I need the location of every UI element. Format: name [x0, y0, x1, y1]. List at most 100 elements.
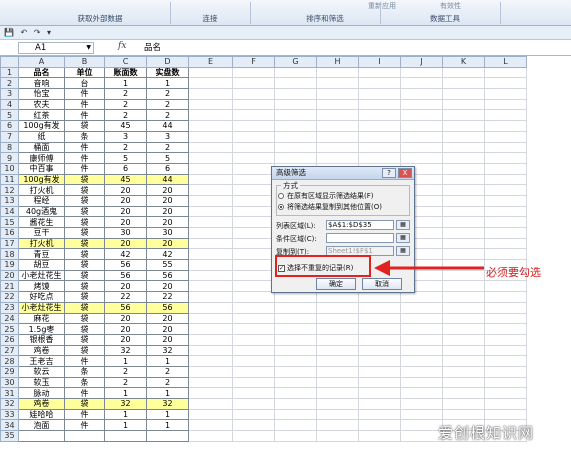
empty-cell[interactable]: [484, 333, 527, 346]
cell-b[interactable]: 条: [64, 376, 105, 389]
cell-c[interactable]: 20: [104, 205, 147, 218]
dialog-titlebar[interactable]: 高级筛选 ? X: [272, 167, 414, 180]
column-header-j[interactable]: J: [400, 56, 443, 68]
empty-cell[interactable]: [188, 398, 233, 410]
empty-cell[interactable]: [188, 291, 233, 303]
empty-cell[interactable]: [188, 130, 233, 143]
empty-cell[interactable]: [232, 387, 275, 399]
cell-d[interactable]: 56: [146, 301, 189, 314]
row-header[interactable]: 32: [0, 398, 19, 410]
empty-cell[interactable]: [232, 77, 275, 90]
cell-d[interactable]: 2: [146, 376, 189, 389]
empty-cell[interactable]: [316, 344, 359, 357]
empty-cell[interactable]: [188, 227, 233, 239]
cell-a[interactable]: 好吃点: [18, 291, 65, 303]
cell-d[interactable]: 1: [146, 77, 189, 90]
cell-a[interactable]: 鸡卷: [18, 344, 65, 357]
empty-cell[interactable]: [232, 259, 275, 271]
empty-cell[interactable]: [400, 141, 443, 154]
empty-cell[interactable]: [484, 237, 527, 250]
empty-cell[interactable]: [442, 237, 485, 250]
cell-a[interactable]: [18, 430, 65, 442]
cell-b[interactable]: 条: [64, 130, 105, 143]
empty-cell[interactable]: [316, 66, 359, 79]
cell-d[interactable]: 20: [146, 194, 189, 207]
cell-a[interactable]: 鸡卷: [18, 398, 65, 410]
cell-b[interactable]: 袋: [64, 291, 105, 303]
empty-cell[interactable]: [400, 98, 443, 111]
undo-icon[interactable]: ↶: [21, 28, 28, 37]
cell-b[interactable]: 袋: [64, 301, 105, 314]
cell-b[interactable]: 件: [64, 88, 105, 100]
column-header-i[interactable]: I: [358, 56, 401, 68]
cell-b[interactable]: 袋: [64, 259, 105, 271]
cell-c[interactable]: 20: [104, 184, 147, 196]
radio-copy-to-location[interactable]: 将筛选结果复制到其他位置(O): [278, 202, 382, 212]
empty-cell[interactable]: [274, 323, 317, 335]
empty-cell[interactable]: [484, 280, 527, 293]
row-header[interactable]: 33: [0, 408, 19, 421]
cell-d[interactable]: 44: [146, 173, 189, 186]
empty-cell[interactable]: [316, 141, 359, 154]
cell-c[interactable]: 56: [104, 301, 147, 314]
empty-cell[interactable]: [232, 269, 275, 282]
empty-cell[interactable]: [232, 398, 275, 410]
row-header[interactable]: 34: [0, 419, 19, 432]
empty-cell[interactable]: [358, 109, 401, 122]
cell-a[interactable]: 软玉: [18, 376, 65, 389]
cell-a[interactable]: 胡豆: [18, 259, 65, 271]
row-header[interactable]: 5: [0, 109, 19, 122]
cell-d[interactable]: 32: [146, 398, 189, 410]
empty-cell[interactable]: [188, 269, 233, 282]
empty-cell[interactable]: [358, 387, 401, 399]
column-header-l[interactable]: L: [484, 56, 527, 68]
cell-d[interactable]: 1: [146, 419, 189, 432]
empty-cell[interactable]: [316, 152, 359, 164]
empty-cell[interactable]: [442, 408, 485, 421]
empty-cell[interactable]: [188, 280, 233, 293]
empty-cell[interactable]: [232, 430, 275, 442]
range-picker-icon[interactable]: ▦: [396, 220, 410, 230]
empty-cell[interactable]: [442, 333, 485, 346]
empty-cell[interactable]: [358, 312, 401, 325]
cell-b[interactable]: 件: [64, 98, 105, 111]
empty-cell[interactable]: [442, 130, 485, 143]
empty-cell[interactable]: [442, 344, 485, 357]
empty-cell[interactable]: [188, 237, 233, 250]
formula-content[interactable]: 品名: [144, 41, 161, 53]
empty-cell[interactable]: [316, 323, 359, 335]
cell-c[interactable]: 56: [104, 259, 147, 271]
empty-cell[interactable]: [316, 365, 359, 378]
empty-cell[interactable]: [400, 66, 443, 79]
empty-cell[interactable]: [274, 344, 317, 357]
empty-cell[interactable]: [274, 333, 317, 346]
empty-cell[interactable]: [358, 88, 401, 100]
empty-cell[interactable]: [274, 365, 317, 378]
empty-cell[interactable]: [484, 205, 527, 218]
empty-cell[interactable]: [188, 355, 233, 367]
empty-cell[interactable]: [274, 88, 317, 100]
cell-c[interactable]: 2: [104, 365, 147, 378]
row-header[interactable]: 1: [0, 66, 19, 79]
empty-cell[interactable]: [442, 141, 485, 154]
cell-b[interactable]: 袋: [64, 280, 105, 293]
range-picker-icon[interactable]: ▦: [396, 246, 410, 256]
empty-cell[interactable]: [484, 109, 527, 122]
empty-cell[interactable]: [442, 323, 485, 335]
cell-c[interactable]: 2: [104, 376, 147, 389]
empty-cell[interactable]: [274, 109, 317, 122]
empty-cell[interactable]: [232, 120, 275, 132]
cell-b[interactable]: [64, 430, 105, 442]
empty-cell[interactable]: [188, 152, 233, 164]
empty-cell[interactable]: [188, 162, 233, 175]
empty-cell[interactable]: [232, 141, 275, 154]
cell-b[interactable]: 件: [64, 109, 105, 122]
cell-c[interactable]: 20: [104, 312, 147, 325]
empty-cell[interactable]: [358, 120, 401, 132]
cell-b[interactable]: 袋: [64, 398, 105, 410]
empty-cell[interactable]: [484, 194, 527, 207]
cell-b[interactable]: 件: [64, 152, 105, 164]
empty-cell[interactable]: [188, 109, 233, 122]
empty-cell[interactable]: [316, 355, 359, 367]
empty-cell[interactable]: [274, 291, 317, 303]
